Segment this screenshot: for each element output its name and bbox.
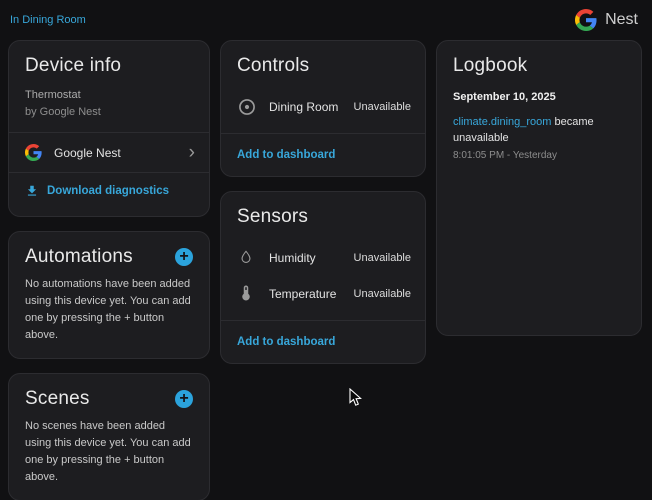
top-bar: In Dining Room Nest <box>0 0 652 36</box>
entity-name: Humidity <box>269 251 316 265</box>
breadcrumb[interactable]: In Dining Room <box>10 14 86 26</box>
device-manufacturer: by Google Nest <box>25 104 193 121</box>
download-diagnostics-label: Download diagnostics <box>47 185 169 197</box>
logbook-title: Logbook <box>453 55 527 77</box>
device-info-card: Device info Thermostat by Google Nest <box>8 40 210 217</box>
automations-empty-text: No automations have been added using thi… <box>9 276 209 358</box>
device-info-title: Device info <box>25 55 121 77</box>
google-logo-icon <box>25 144 42 161</box>
integration-row[interactable]: Google Nest › <box>9 133 209 172</box>
automations-card: Automations + No automations have been a… <box>8 231 210 359</box>
middle-column: Controls Dining Room Unavailable Ad <box>220 40 426 364</box>
controls-title: Controls <box>237 55 309 77</box>
device-meta: Thermostat by Google Nest <box>9 85 209 132</box>
device-name: Thermostat <box>25 87 193 104</box>
controls-add-to-dashboard-link[interactable]: Add to dashboard <box>237 149 335 161</box>
chevron-right-icon: › <box>189 147 195 159</box>
left-column: Device info Thermostat by Google Nest <box>8 40 210 500</box>
logbook-entity-link[interactable]: climate.dining_room <box>453 116 551 128</box>
right-column: Logbook September 10, 2025 climate.dinin… <box>436 40 642 336</box>
sensors-title: Sensors <box>237 206 308 228</box>
entity-state: Unavailable <box>354 252 411 264</box>
google-logo-icon <box>575 9 597 31</box>
add-automation-button[interactable]: + <box>175 248 193 266</box>
logbook-entry: climate.dining_room became unavailable <box>437 113 641 149</box>
entity-name: Temperature <box>269 287 336 301</box>
plus-icon: + <box>179 391 188 407</box>
cards-grid: Device info Thermostat by Google Nest <box>0 36 652 500</box>
automations-title: Automations <box>25 246 133 268</box>
scenes-card: Scenes + No scenes have been added using… <box>8 373 210 500</box>
device-page: In Dining Room Nest Device info <box>0 0 652 500</box>
entity-state: Unavailable <box>354 288 411 300</box>
thermostat-icon <box>237 97 257 117</box>
logbook-timestamp: 8:01:05 PM - Yesterday <box>437 149 641 162</box>
integration-label: Google Nest <box>54 146 121 160</box>
logbook-date: September 10, 2025 <box>437 85 641 113</box>
sensors-add-to-dashboard-link[interactable]: Add to dashboard <box>237 336 335 348</box>
download-icon <box>25 184 39 198</box>
entity-name: Dining Room <box>269 100 338 114</box>
controls-card: Controls Dining Room Unavailable Ad <box>220 40 426 177</box>
scenes-empty-text: No scenes have been added using this dev… <box>9 418 209 500</box>
sensors-card: Sensors Humidity Unavailable Te <box>220 191 426 364</box>
scenes-title: Scenes <box>25 388 90 410</box>
entity-row-dining-room[interactable]: Dining Room Unavailable <box>221 89 425 125</box>
entity-row-temperature[interactable]: Temperature Unavailable <box>221 276 425 312</box>
entity-row-humidity[interactable]: Humidity Unavailable <box>221 240 425 276</box>
brand: Nest <box>575 9 638 31</box>
download-diagnostics-link[interactable]: Download diagnostics <box>25 184 169 198</box>
plus-icon: + <box>179 249 188 265</box>
humidity-icon <box>237 248 257 268</box>
logbook-card: Logbook September 10, 2025 climate.dinin… <box>436 40 642 336</box>
entity-state: Unavailable <box>354 101 411 113</box>
brand-name: Nest <box>605 11 638 29</box>
add-scene-button[interactable]: + <box>175 390 193 408</box>
thermometer-icon <box>237 284 257 304</box>
